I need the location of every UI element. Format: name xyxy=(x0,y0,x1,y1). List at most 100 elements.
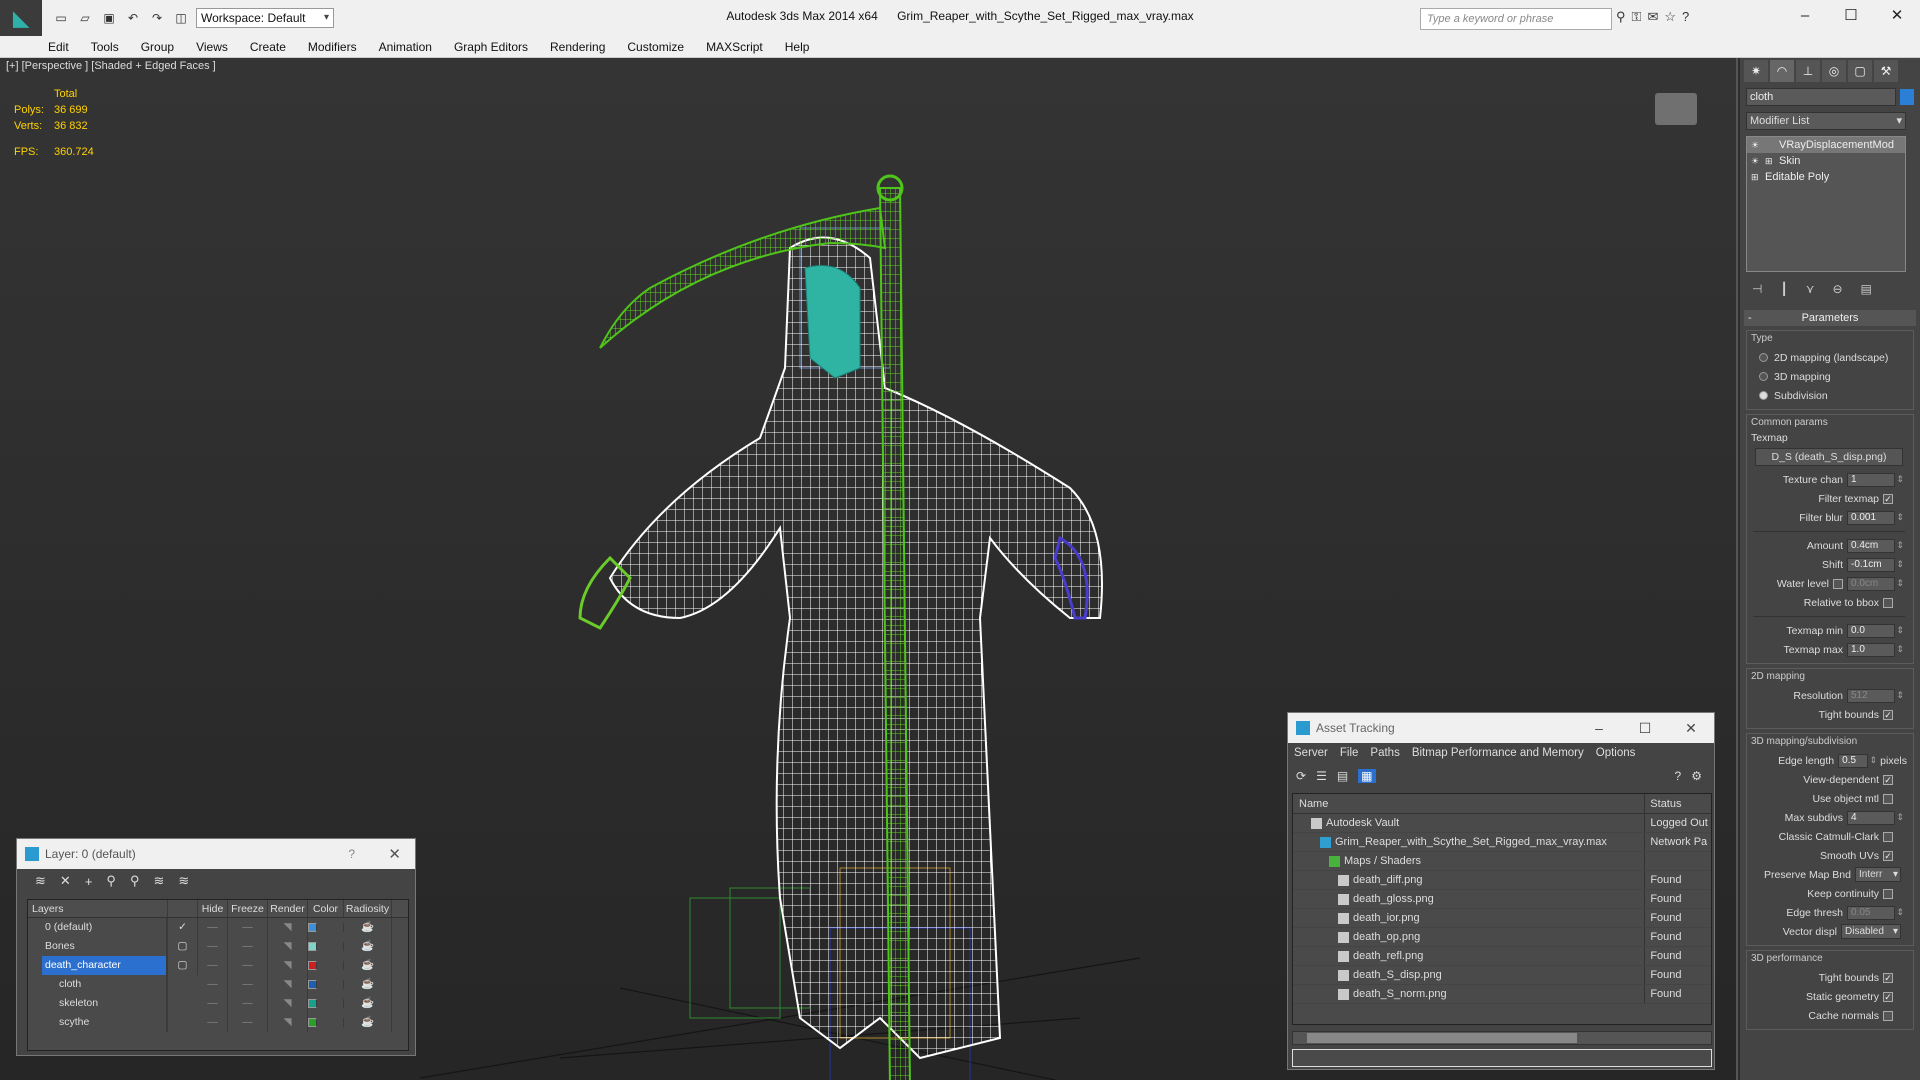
expand-icon[interactable]: ⊞ xyxy=(1765,153,1775,169)
smooth-uvs-checkbox[interactable]: ✓ xyxy=(1883,850,1893,861)
static-geometry-checkbox[interactable]: ✓ xyxy=(1883,991,1893,1002)
make-unique-icon[interactable]: ⋎ xyxy=(1806,282,1815,296)
layer-color-swatch[interactable] xyxy=(308,942,317,951)
preserve-map-dropdown[interactable]: Interr xyxy=(1855,867,1901,882)
water-level-spinner[interactable]: 0.0cm xyxy=(1847,576,1904,591)
layer-row[interactable]: 0 (default) ✓ — — ◥ ☕ xyxy=(28,918,408,937)
hierarchy-tab-icon[interactable]: ⊥ xyxy=(1796,60,1820,82)
layer-row[interactable]: scythe — — ◥ ☕ xyxy=(28,1013,408,1032)
freeze-toggle[interactable]: — xyxy=(228,975,268,994)
asset-menu-file[interactable]: File xyxy=(1340,747,1359,759)
layer-row[interactable]: Bones ▢ — — ◥ ☕ xyxy=(28,937,408,956)
asset-name-cell[interactable]: Maps / Shaders xyxy=(1293,852,1646,870)
layer-name-cell[interactable]: cloth xyxy=(28,975,168,994)
workspace-dropdown[interactable]: Workspace: Default xyxy=(196,8,334,28)
maximize-icon[interactable]: ☐ xyxy=(1622,720,1668,737)
col-freeze[interactable]: Freeze xyxy=(228,900,268,917)
layer-name-cell[interactable]: scythe xyxy=(28,1013,168,1032)
freeze-toggle[interactable]: — xyxy=(228,937,268,956)
show-end-result-icon[interactable]: ┃ xyxy=(1780,282,1787,296)
cache-normals-checkbox[interactable] xyxy=(1883,1010,1893,1021)
render-toggle[interactable]: ◥ xyxy=(268,918,308,937)
close-icon[interactable]: ✕ xyxy=(1874,0,1920,32)
radiosity-teapot-icon[interactable]: ☕ xyxy=(344,994,392,1013)
col-status[interactable]: Status xyxy=(1645,794,1711,813)
asset-row[interactable]: death_refl.png Found xyxy=(1293,947,1711,966)
open-file-icon[interactable]: ▱ xyxy=(74,8,96,28)
set-current-checkbox[interactable]: ▢ xyxy=(168,937,198,956)
filter-texmap-checkbox[interactable]: ✓ xyxy=(1883,493,1893,504)
tight-bounds-checkbox[interactable]: ✓ xyxy=(1883,709,1893,720)
freeze-all-icon[interactable]: ≋ xyxy=(178,873,189,889)
perf-tight-bounds-checkbox[interactable]: ✓ xyxy=(1883,972,1893,983)
render-toggle[interactable]: ◥ xyxy=(268,937,308,956)
classic-cc-checkbox[interactable] xyxy=(1883,831,1893,842)
radiosity-teapot-icon[interactable]: ☕ xyxy=(344,937,392,956)
asset-row[interactable]: death_diff.png Found xyxy=(1293,871,1711,890)
menu-modifiers[interactable]: Modifiers xyxy=(308,40,357,54)
asset-name-cell[interactable]: Autodesk Vault xyxy=(1293,814,1646,832)
asset-name-cell[interactable]: death_refl.png xyxy=(1293,947,1646,965)
pin-stack-icon[interactable]: ⊣ xyxy=(1752,282,1762,296)
layer-color-swatch[interactable] xyxy=(308,923,317,932)
set-current-checkbox[interactable]: ▢ xyxy=(168,956,198,975)
asset-name-cell[interactable]: death_op.png xyxy=(1293,928,1646,946)
menu-customize[interactable]: Customize xyxy=(627,40,684,54)
menu-views[interactable]: Views xyxy=(196,40,228,54)
help-settings-icon[interactable]: ⚙ xyxy=(1691,769,1702,783)
asset-name-cell[interactable]: Grim_Reaper_with_Scythe_Set_Rigged_max_v… xyxy=(1293,833,1646,851)
viewcube-icon[interactable] xyxy=(1655,93,1697,125)
subscription-icon[interactable]: ⚿ xyxy=(1632,9,1642,25)
texmap-button[interactable]: D_S (death_S_disp.png) xyxy=(1755,448,1903,466)
layer-color-swatch[interactable] xyxy=(308,1018,317,1027)
asset-row[interactable]: death_S_norm.png Found xyxy=(1293,985,1711,1004)
render-toggle[interactable]: ◥ xyxy=(268,994,308,1013)
col-hide[interactable]: Hide xyxy=(198,900,228,917)
render-toggle[interactable]: ◥ xyxy=(268,1013,308,1032)
layer-color-cell[interactable] xyxy=(308,961,344,970)
minimize-icon[interactable]: – xyxy=(1576,720,1622,737)
table-view-icon[interactable]: ▦ xyxy=(1358,769,1376,783)
radio-2d-mapping[interactable]: 2D mapping (landscape) xyxy=(1751,348,1907,367)
add-to-layer-icon[interactable]: + xyxy=(85,874,93,889)
col-name[interactable]: Name xyxy=(1293,794,1646,813)
layer-name-cell[interactable]: skeleton xyxy=(28,994,168,1013)
texmap-max-spinner[interactable]: 1.0 xyxy=(1847,642,1904,657)
close-icon[interactable]: ✕ xyxy=(388,845,401,863)
menu-group[interactable]: Group xyxy=(141,40,174,54)
display-tab-icon[interactable]: ▢ xyxy=(1848,60,1872,82)
layer-name-cell[interactable]: Bones xyxy=(28,937,168,956)
render-toggle[interactable]: ◥ xyxy=(268,956,308,975)
col-layers[interactable]: Layers xyxy=(28,900,168,917)
modifier-list-dropdown[interactable]: Modifier List xyxy=(1746,112,1906,130)
radiosity-teapot-icon[interactable]: ☕ xyxy=(344,975,392,994)
col-render[interactable]: Render xyxy=(268,900,308,917)
maximize-icon[interactable]: ☐ xyxy=(1828,0,1874,32)
motion-tab-icon[interactable]: ◎ xyxy=(1822,60,1846,82)
asset-name-cell[interactable]: death_S_disp.png xyxy=(1293,966,1646,984)
hide-toggle[interactable]: — xyxy=(198,956,228,975)
layer-row[interactable]: death_character ▢ — — ◥ ☕ xyxy=(28,956,408,975)
favorites-star-icon[interactable]: ☆ xyxy=(1664,9,1676,25)
menu-create[interactable]: Create xyxy=(250,40,286,54)
render-toggle[interactable]: ◥ xyxy=(268,975,308,994)
edge-thresh-spinner[interactable]: 0.05 xyxy=(1847,905,1904,920)
thumbnail-view-icon[interactable]: ▤ xyxy=(1337,769,1348,783)
asset-row[interactable]: Autodesk Vault Logged Out xyxy=(1293,814,1711,833)
remove-modifier-icon[interactable]: ⊖ xyxy=(1832,282,1842,296)
shift-spinner[interactable]: -0.1cm xyxy=(1847,557,1904,572)
lightbulb-icon[interactable]: ☀ xyxy=(1751,153,1761,169)
object-name-field[interactable]: cloth xyxy=(1746,88,1896,106)
close-icon[interactable]: ✕ xyxy=(1668,720,1714,737)
menu-rendering[interactable]: Rendering xyxy=(550,40,605,54)
stack-item-skin[interactable]: ☀ ⊞ Skin xyxy=(1747,153,1905,169)
layer-window-titlebar[interactable]: Layer: 0 (default) ? ✕ xyxy=(17,839,415,869)
radiosity-teapot-icon[interactable]: ☕ xyxy=(344,1013,392,1032)
help-icon[interactable]: ? xyxy=(1675,769,1682,783)
asset-name-cell[interactable]: death_ior.png xyxy=(1293,909,1646,927)
asset-row[interactable]: Grim_Reaper_with_Scythe_Set_Rigged_max_v… xyxy=(1293,833,1711,852)
hide-toggle[interactable]: — xyxy=(198,975,228,994)
water-level-checkbox[interactable] xyxy=(1833,578,1843,589)
vector-displ-dropdown[interactable]: Disabled xyxy=(1841,924,1901,939)
current-layer-check-icon[interactable]: ✓ xyxy=(168,918,198,937)
